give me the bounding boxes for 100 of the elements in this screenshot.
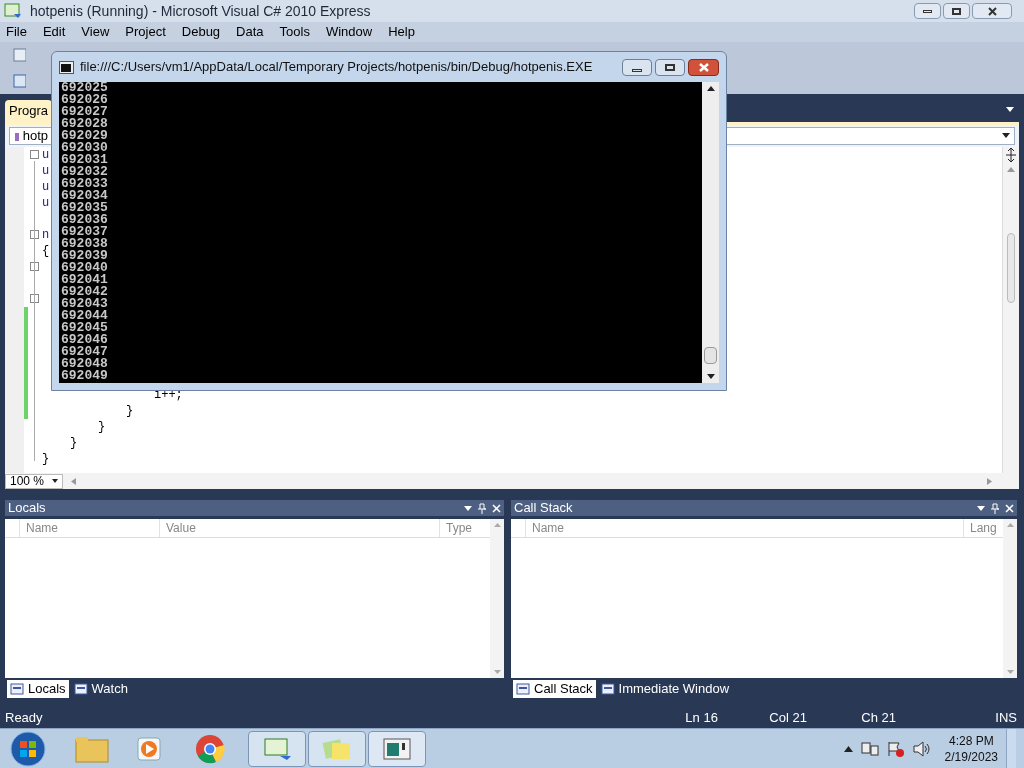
pin-icon[interactable]	[478, 502, 486, 514]
column-header[interactable]: Name	[19, 519, 159, 537]
window-icon	[10, 682, 25, 696]
speaker-icon[interactable]	[912, 740, 931, 757]
console-line: 692044	[61, 310, 109, 322]
vertical-scrollbar[interactable]	[1002, 147, 1019, 473]
console-line: 692040	[61, 262, 109, 274]
show-hidden-icon[interactable]	[843, 745, 853, 752]
code-text: n	[42, 227, 50, 243]
start-orb-icon[interactable]	[8, 729, 48, 768]
console-line: 692029	[61, 130, 109, 142]
menu-item[interactable]: View	[79, 22, 112, 42]
code-text: }	[126, 403, 134, 419]
close-button[interactable]	[688, 58, 719, 76]
window-icon	[73, 682, 89, 696]
taskbar-button[interactable]	[368, 730, 426, 767]
console-line: 692027	[61, 106, 109, 118]
console-title: file:///C:/Users/vm1/AppData/Local/Temporary Projects/hotpenis/bin/Debug/hotpenis.EXE	[80, 58, 593, 77]
minimize-button[interactable]	[914, 3, 941, 19]
char-number: Ch 21	[861, 708, 898, 727]
scroll-thumb[interactable]	[1007, 233, 1015, 303]
close-icon[interactable]	[1005, 503, 1014, 513]
panel-tab[interactable]: Call Stack	[513, 680, 596, 698]
vertical-scrollbar[interactable]	[702, 82, 719, 383]
close-icon	[698, 62, 709, 72]
console-line: 692025	[61, 82, 109, 94]
maximize-button[interactable]	[655, 58, 685, 76]
console-line: 692030	[61, 142, 109, 154]
close-icon[interactable]	[492, 503, 501, 513]
console-line: 692028	[61, 118, 109, 130]
menu-item[interactable]: Project	[123, 22, 168, 42]
close-button[interactable]	[972, 3, 1012, 19]
clock-time[interactable]: 4:28 PM	[948, 732, 994, 749]
scroll-up-icon[interactable]	[706, 86, 715, 91]
console-line: 692034	[61, 190, 109, 202]
code-text: u	[42, 179, 50, 195]
menu-item[interactable]: Edit	[40, 22, 68, 42]
console-line: 692033	[61, 178, 109, 190]
close-icon	[987, 6, 997, 16]
code-text: {	[42, 243, 50, 259]
dropdown-icon[interactable]	[464, 505, 472, 511]
panel-tab[interactable]: Locals	[7, 680, 69, 698]
collapse-icon[interactable]	[30, 150, 39, 159]
window-icon	[600, 682, 616, 696]
menu-item[interactable]: Debug	[179, 22, 223, 42]
console-line: 692048	[61, 358, 109, 370]
panel-tab[interactable]: Watch	[70, 680, 131, 698]
console-line: 692049	[61, 370, 109, 382]
code-text: u	[42, 147, 50, 163]
console-line: 692031	[61, 154, 109, 166]
network-icon[interactable]	[860, 740, 879, 757]
minimize-button[interactable]	[622, 58, 652, 76]
flag-icon[interactable]	[886, 740, 905, 757]
taskbar-button[interactable]	[248, 730, 306, 767]
console-line: 692037	[61, 226, 109, 238]
panel-title: Call Stack	[514, 499, 573, 518]
column-number: Col 21	[769, 708, 808, 727]
console-line: 692038	[61, 238, 109, 250]
taskbar-button[interactable]	[308, 730, 366, 767]
console-line: 692046	[61, 334, 109, 346]
menu-item[interactable]: File	[4, 22, 29, 42]
column-header[interactable]: Name	[525, 519, 963, 537]
code-text: }	[70, 435, 78, 451]
panel-tab[interactable]: Immediate Window	[597, 680, 733, 698]
menu-item[interactable]: Help	[386, 22, 417, 42]
code-text: }	[98, 419, 106, 435]
menu-item[interactable]: Tools	[277, 22, 312, 42]
scroll-left-icon[interactable]	[71, 477, 76, 485]
clock-date[interactable]: 2/19/2023	[944, 748, 998, 765]
scroll-down-icon[interactable]	[706, 374, 715, 379]
console-icon	[59, 60, 74, 74]
console-line: 692042	[61, 286, 109, 298]
menu-item[interactable]: Data	[234, 22, 266, 42]
code-text: i++;	[154, 387, 183, 403]
menu-item[interactable]: Window	[323, 22, 375, 42]
console-line: 692026	[61, 94, 109, 106]
window-title: hotpenis (Running) - Microsoft Visual C# 2010 Express	[30, 1, 371, 21]
dropdown-icon[interactable]	[1005, 106, 1015, 114]
console-line: 692035	[61, 202, 109, 214]
split-icon[interactable]	[1004, 147, 1018, 163]
dropdown-icon	[52, 479, 58, 483]
pin-icon[interactable]	[991, 502, 999, 514]
restore-button[interactable]	[943, 3, 970, 19]
browser-icon[interactable]	[194, 732, 226, 765]
console-line: 692039	[61, 250, 109, 262]
type-dropdown[interactable]: hotp	[9, 127, 53, 145]
dropdown-icon[interactable]	[977, 505, 985, 511]
console-line: 692041	[61, 274, 109, 286]
zoom-dropdown[interactable]: 100 %	[5, 473, 63, 489]
console-line: 692043	[61, 298, 109, 310]
code-text: u	[42, 195, 50, 211]
console-line: 692045	[61, 322, 109, 334]
scroll-right-icon[interactable]	[987, 477, 992, 485]
editor-tab[interactable]: Progra	[5, 100, 53, 122]
insert-mode: INS	[995, 708, 1018, 727]
scroll-thumb[interactable]	[704, 347, 717, 364]
column-header[interactable]: Value	[159, 519, 439, 537]
console-line: 692047	[61, 346, 109, 358]
show-desktop-button[interactable]	[1006, 728, 1016, 768]
console-line: 692036	[61, 214, 109, 226]
